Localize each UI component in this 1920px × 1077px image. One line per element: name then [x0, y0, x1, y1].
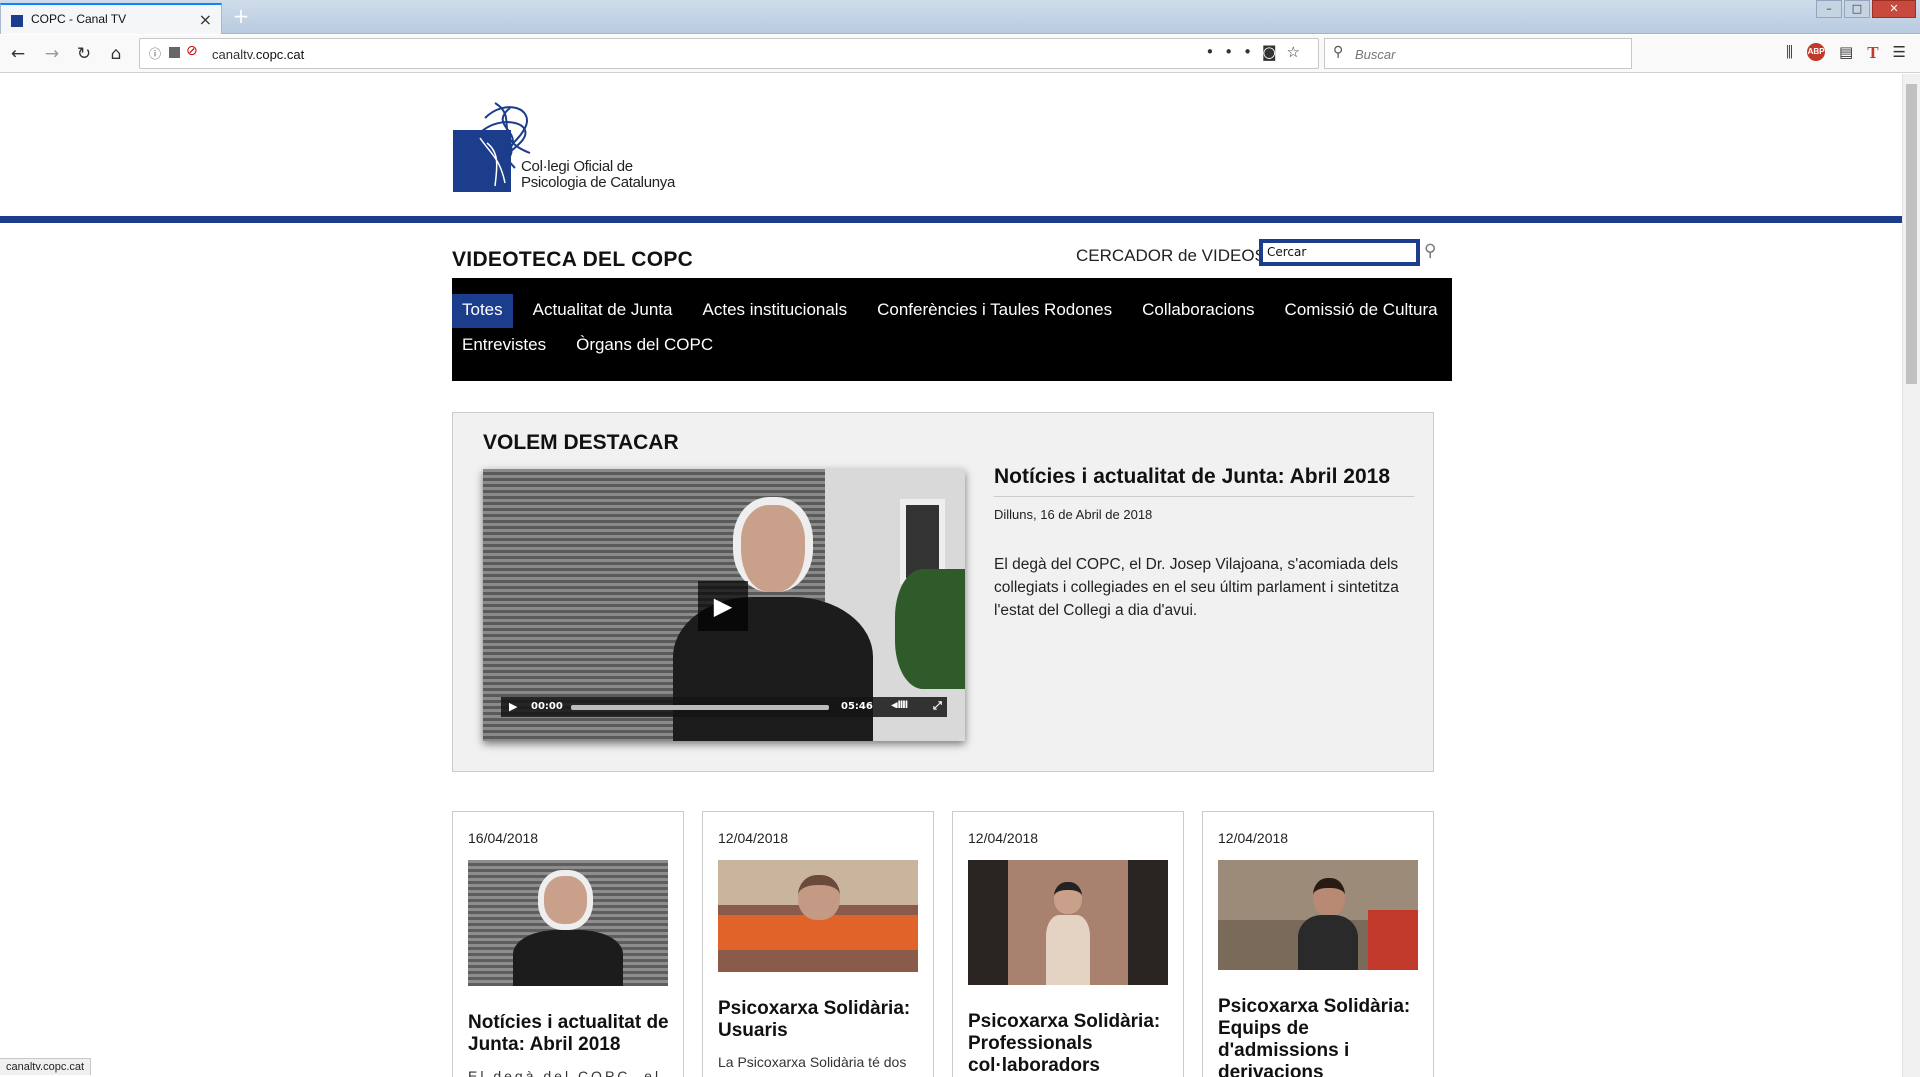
total-time: 05:46	[841, 701, 873, 712]
pocket-icon[interactable]: ◙	[1262, 43, 1287, 61]
video-player[interactable]: ▶ ▶ 00:00 05:46 ◂ıllll ⤢	[483, 469, 965, 741]
more-icon[interactable]: •••	[1205, 43, 1262, 61]
close-tab-icon[interactable]: ×	[199, 10, 212, 29]
tab-totes[interactable]: Totes	[452, 294, 513, 328]
logo-text-line1: Col·legi Oficial de	[521, 158, 633, 175]
browser-tabbar: COPC - Canal TV × + – □ ✕	[0, 0, 1920, 34]
search-icon: ⚲	[1333, 44, 1344, 60]
progress-bar[interactable]	[571, 705, 829, 710]
adblock-icon[interactable]: ABP	[1807, 43, 1826, 61]
status-bar: canaltv.copc.cat	[0, 1058, 92, 1075]
site-favicon-icon	[11, 15, 23, 27]
video-search-label: CERCADOR de VIDEOS	[1076, 246, 1266, 265]
tab-entrevistes[interactable]: Entrevistes	[452, 329, 556, 363]
back-icon[interactable]: ←	[4, 41, 32, 67]
search-submit-icon[interactable]: ⚲	[1424, 241, 1436, 261]
library-icon[interactable]: ⫼	[1786, 43, 1793, 63]
speaker-head	[733, 497, 813, 592]
video-date: 12/04/2018	[968, 830, 1039, 846]
video-title[interactable]: Psicoxarxa Solidària: Usuaris	[718, 998, 923, 1042]
play-icon[interactable]: ▶	[509, 700, 517, 713]
info-icon[interactable]: ⓘ	[149, 45, 161, 62]
home-icon[interactable]: ⌂	[102, 41, 130, 67]
reload-icon[interactable]: ↻	[70, 41, 98, 67]
featured-section: VOLEM DESTACAR ▶ ▶ 00:00 05:46 ◂ıllll ⤢ …	[452, 412, 1434, 772]
featured-heading: VOLEM DESTACAR	[483, 431, 679, 454]
browser-search-field[interactable]: ⚲ Buscar	[1324, 38, 1632, 69]
copc-logo[interactable]: Col·legi Oficial de Psicologia de Catalu…	[453, 98, 683, 198]
video-date: 16/04/2018	[468, 830, 539, 846]
translate-icon[interactable]: T	[1867, 43, 1878, 63]
menu-icon[interactable]: ☰	[1893, 43, 1906, 63]
volume-icon[interactable]: ◂ıllll	[891, 700, 908, 711]
video-frame-plant	[895, 569, 965, 689]
scrollbar-thumb[interactable]	[1906, 84, 1917, 384]
new-tab-button[interactable]: +	[228, 4, 254, 28]
video-thumbnail[interactable]	[968, 860, 1168, 985]
forward-icon[interactable]: →	[38, 41, 66, 67]
video-title[interactable]: Notícies i actualitat de Junta: Abril 20…	[468, 1012, 673, 1056]
browser-navbar: ← → ↻ ⌂ ⓘ ⊘ canaltv.copc.cat •••◙☆ ⚲ Bus…	[0, 35, 1920, 73]
video-excerpt: El degà del COPC, el Dr	[468, 1068, 662, 1077]
tab-title: COPC - Canal TV	[31, 12, 127, 26]
featured-date: Dilluns, 16 de Abril de 2018	[994, 507, 1153, 522]
featured-title[interactable]: Notícies i actualitat de Junta: Abril 20…	[994, 465, 1414, 497]
minimize-icon[interactable]: –	[1816, 0, 1842, 18]
sidebar-icon[interactable]: ▤	[1839, 43, 1853, 63]
tab-organs[interactable]: Òrgans del COPC	[566, 329, 723, 363]
page-scrollbar[interactable]	[1902, 74, 1920, 1077]
featured-description: El degà del COPC, el Dr. Josep Vilajoana…	[994, 556, 1399, 619]
url-domain: copc.cat	[255, 47, 305, 62]
video-title[interactable]: Psicoxarxa Solidària: Professionals col·…	[968, 1011, 1173, 1077]
current-time: 00:00	[531, 701, 563, 712]
url-bar[interactable]: ⓘ ⊘ canaltv.copc.cat •••◙☆	[139, 38, 1319, 69]
video-excerpt: La Psicoxarxa Solidària té dos	[718, 1054, 907, 1070]
tab-actes-institucionals[interactable]: Actes institucionals	[693, 294, 858, 328]
video-search-input[interactable]: Cercar	[1259, 239, 1420, 266]
maximize-icon[interactable]: □	[1844, 0, 1870, 18]
video-date: 12/04/2018	[718, 830, 789, 846]
play-overlay-button[interactable]: ▶	[698, 581, 748, 631]
search-placeholder: Buscar	[1355, 47, 1396, 62]
video-thumbnail[interactable]	[1218, 860, 1418, 970]
tab-actualitat-junta[interactable]: Actualitat de Junta	[523, 294, 683, 328]
insecure-lock-icon: ⊘	[186, 43, 198, 59]
fullscreen-icon[interactable]: ⤢	[933, 699, 942, 713]
video-card[interactable]: 12/04/2018 Psicoxarxa Solidària: Usuaris…	[702, 811, 934, 1077]
tab-conferencies[interactable]: Conferències i Taules Rodones	[867, 294, 1122, 328]
tab-collaboracions[interactable]: Collaboracions	[1132, 294, 1264, 328]
tab-comissio-cultura[interactable]: Comissió de Cultura	[1275, 294, 1448, 328]
url-actions: •••◙☆	[1205, 43, 1310, 61]
player-controls: ▶ 00:00 05:46 ◂ıllll ⤢	[501, 697, 947, 717]
bookmark-star-icon[interactable]: ☆	[1287, 43, 1310, 61]
video-card[interactable]: 16/04/2018 Notícies i actualitat de Junt…	[452, 811, 684, 1077]
browser-tab[interactable]: COPC - Canal TV ×	[0, 3, 222, 34]
window-close-icon[interactable]: ✕	[1872, 0, 1916, 18]
page-content: Col·legi Oficial de Psicologia de Catalu…	[0, 74, 1902, 1077]
logo-text-line2: Psicologia de Catalunya	[521, 174, 676, 191]
window-controls: – □ ✕	[1814, 0, 1916, 18]
category-nav: Totes Actualitat de Junta Actes instituc…	[452, 278, 1452, 381]
url-text: canaltv.copc.cat	[212, 47, 304, 62]
video-date: 12/04/2018	[1218, 830, 1289, 846]
video-thumbnail[interactable]	[718, 860, 918, 972]
video-card[interactable]: 12/04/2018 Psicoxarxa Solidària: Equips …	[1202, 811, 1434, 1077]
video-thumbnail[interactable]	[468, 860, 668, 986]
video-card[interactable]: 12/04/2018 Psicoxarxa Solidària: Profess…	[952, 811, 1184, 1077]
page-icon	[169, 47, 180, 58]
url-subdomain: canaltv.	[212, 47, 256, 62]
page-title: VIDEOTECA DEL COPC	[452, 248, 694, 271]
video-title[interactable]: Psicoxarxa Solidària: Equips de d'admiss…	[1218, 996, 1423, 1077]
header-divider	[0, 216, 1902, 223]
toolbar-icons: ⫼ ABP ▤ T ☰	[1786, 43, 1906, 63]
